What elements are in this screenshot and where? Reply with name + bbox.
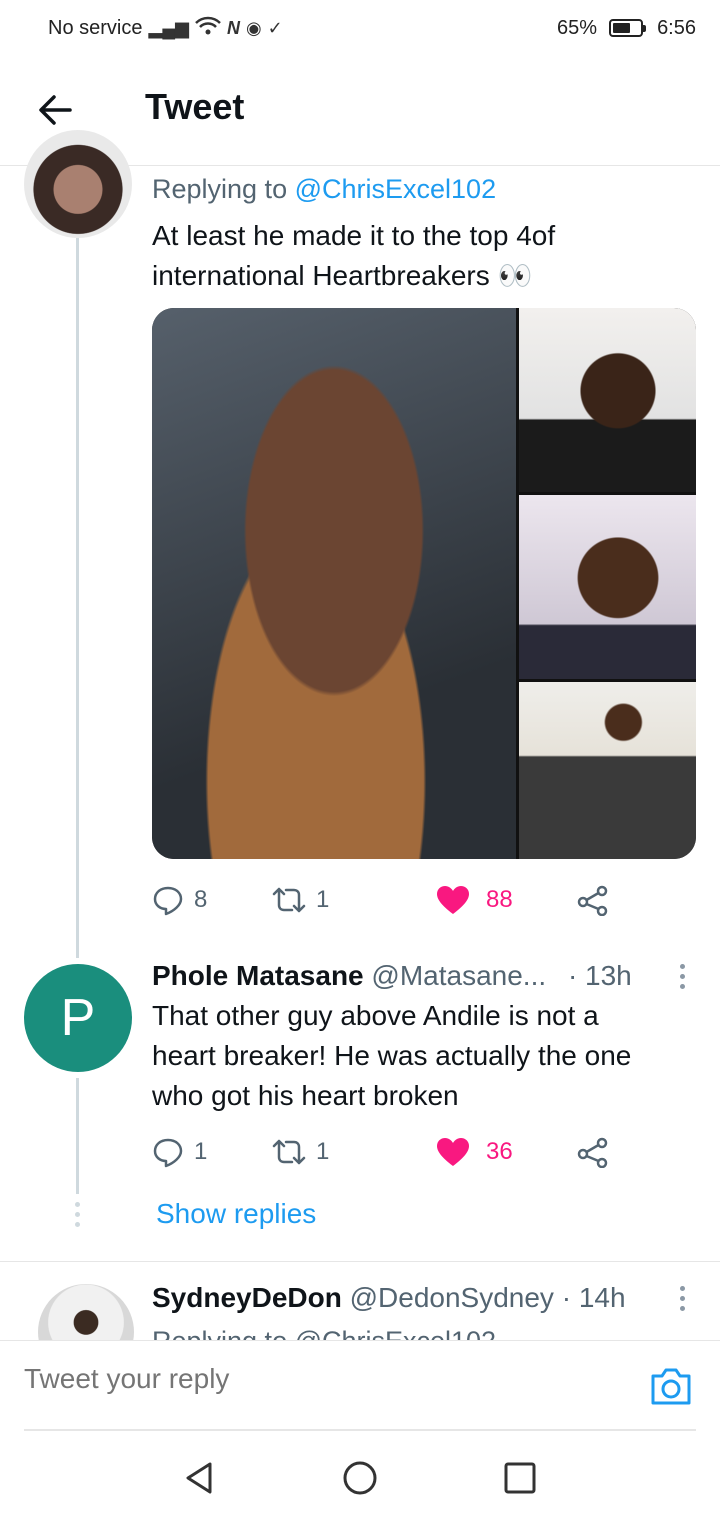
reply-icon bbox=[153, 1138, 183, 1168]
chrome-icon: ◉ bbox=[245, 17, 262, 38]
battery-icon bbox=[609, 19, 647, 37]
retweet-icon bbox=[272, 1139, 306, 1165]
more-options-icon[interactable] bbox=[678, 964, 686, 989]
tweet-text: That other guy above Andile is not a hea… bbox=[152, 996, 697, 1116]
replying-to-partial: Replying to @ChrisExcel102 bbox=[152, 1326, 496, 1340]
heart-icon bbox=[437, 886, 469, 914]
wifi-icon bbox=[195, 16, 221, 41]
reply-bar bbox=[0, 1340, 720, 1432]
clock: 6:56 bbox=[657, 16, 696, 39]
status-left: No service ▂▄▆ N ◉ ✓ bbox=[48, 16, 283, 41]
tweet-author-line: SydneyDeDon @DedonSydney · 14h bbox=[152, 1282, 626, 1314]
avatar[interactable] bbox=[24, 130, 132, 238]
back-arrow-icon bbox=[39, 95, 72, 125]
like-count: 88 bbox=[486, 886, 513, 913]
mention-link[interactable]: @ChrisExcel102 bbox=[295, 174, 497, 204]
photo-main[interactable] bbox=[152, 308, 516, 859]
tweet-text-line: international Heartbreakers 👀 bbox=[152, 260, 533, 291]
square-recents-icon bbox=[504, 1462, 536, 1494]
nav-back-button[interactable] bbox=[182, 1460, 218, 1496]
retweet-count: 1 bbox=[316, 1138, 330, 1165]
camera-icon bbox=[651, 1368, 691, 1405]
tweet-author-line: Phole Matasane @Matasane... · 13h bbox=[152, 960, 632, 992]
battery-percent: 65% bbox=[557, 16, 598, 39]
camera-button[interactable] bbox=[648, 1363, 694, 1409]
tweet-media[interactable] bbox=[152, 308, 696, 859]
reply-underline bbox=[24, 1429, 696, 1431]
display-name[interactable]: SydneyDeDon bbox=[152, 1282, 342, 1313]
replying-prefix: Replying to bbox=[152, 174, 288, 204]
like-count: 36 bbox=[486, 1138, 513, 1165]
share-icon bbox=[577, 885, 608, 916]
show-replies-link[interactable]: Show replies bbox=[156, 1198, 316, 1230]
more-options-icon[interactable] bbox=[678, 1286, 686, 1311]
reply-icon bbox=[153, 886, 183, 916]
avatar[interactable]: P bbox=[24, 964, 132, 1072]
reply-button[interactable]: 8 bbox=[152, 884, 207, 916]
status-right: 65% 6:56 bbox=[557, 17, 696, 40]
tweet-text-line: That other guy above Andile is not a bbox=[152, 1000, 599, 1031]
user-handle[interactable]: @DedonSydney bbox=[350, 1282, 554, 1313]
like-button[interactable]: 88 bbox=[436, 885, 513, 915]
share-button[interactable] bbox=[577, 884, 609, 916]
reply-input[interactable] bbox=[24, 1363, 624, 1395]
replying-to: Replying to @ChrisExcel102 bbox=[152, 174, 496, 205]
tweet-text-line: At least he made it to the top 4of bbox=[152, 220, 556, 251]
circle-home-icon bbox=[343, 1461, 377, 1495]
download-check-icon: ✓ bbox=[267, 17, 283, 38]
tweet-time: · 13h bbox=[567, 960, 632, 991]
display-name[interactable]: Phole Matasane bbox=[152, 960, 364, 991]
tweet-text-line: heart breaker! He was actually the one bbox=[152, 1040, 632, 1071]
signal-icon: ▂▄▆ bbox=[148, 17, 189, 38]
user-handle[interactable]: @Matasane... bbox=[371, 960, 546, 991]
triangle-back-icon bbox=[186, 1462, 212, 1494]
carrier-label: No service bbox=[48, 16, 143, 39]
share-icon bbox=[577, 1137, 608, 1168]
retweet-icon bbox=[272, 887, 306, 913]
tweet-time: · 14h bbox=[561, 1282, 626, 1313]
divider bbox=[0, 1261, 720, 1262]
back-button[interactable] bbox=[36, 90, 76, 130]
nav-home-button[interactable] bbox=[342, 1460, 378, 1496]
tweet-text: At least he made it to the top 4of inter… bbox=[152, 216, 697, 296]
avatar-letter: P bbox=[60, 989, 96, 1047]
thread-dots bbox=[75, 1202, 80, 1227]
retweet-button[interactable]: 1 bbox=[272, 885, 329, 915]
tweet-actions: 8 1 88 bbox=[152, 880, 622, 920]
reply-count: 1 bbox=[194, 1138, 208, 1165]
thread-line-1 bbox=[76, 238, 79, 958]
reply-count: 8 bbox=[194, 886, 208, 913]
retweet-count: 1 bbox=[316, 886, 330, 913]
photo-middle-right[interactable] bbox=[519, 495, 696, 679]
system-nav-bar bbox=[0, 1436, 720, 1520]
nfc-icon: N bbox=[226, 17, 240, 38]
page-title: Tweet bbox=[145, 86, 245, 127]
heart-icon bbox=[437, 1138, 469, 1166]
photo-top-right[interactable] bbox=[519, 308, 696, 492]
tweet-text-line: who got his heart broken bbox=[152, 1080, 459, 1111]
thread-line-2 bbox=[76, 1078, 79, 1194]
photo-bottom-right[interactable] bbox=[519, 682, 696, 859]
like-button[interactable]: 36 bbox=[436, 1137, 513, 1167]
status-bar: No service ▂▄▆ N ◉ ✓ 65% 6:56 bbox=[0, 0, 720, 56]
reply-button[interactable]: 1 bbox=[152, 1136, 207, 1168]
share-button[interactable] bbox=[577, 1136, 609, 1168]
nav-recents-button[interactable] bbox=[502, 1460, 538, 1496]
battery-fill bbox=[613, 23, 630, 33]
tweet-actions: 1 1 36 bbox=[152, 1132, 622, 1172]
retweet-button[interactable]: 1 bbox=[272, 1137, 329, 1167]
